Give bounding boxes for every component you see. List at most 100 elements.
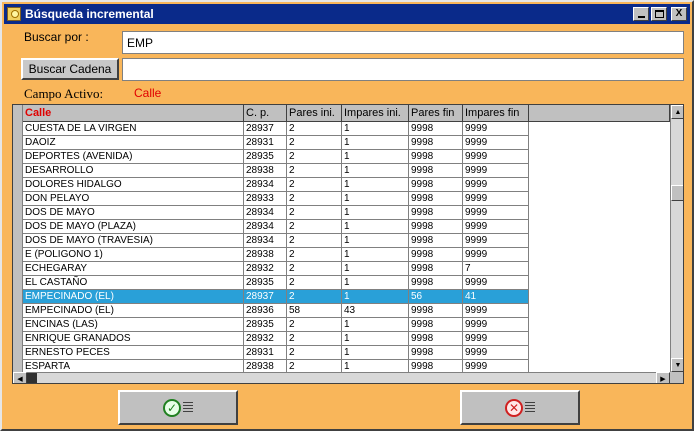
table-cell: 28933 [244,192,287,206]
table-cell: 9999 [463,122,529,136]
table-cell: DAOIZ [23,136,244,150]
table-row[interactable]: ENRIQUE GRANADOS 28932 2 1 9998 9999 [23,332,670,346]
table-cell: 2 [287,332,342,346]
table-cell: 9998 [409,332,463,346]
table-cell: CUESTA DE LA VIRGEN [23,122,244,136]
ok-button[interactable]: ✓ [118,390,238,425]
table-cell: 1 [342,220,409,234]
table-row[interactable]: DAOIZ 28931 2 1 9998 9999 [23,136,670,150]
table-cell: 2 [287,234,342,248]
table-row[interactable]: EMPECINADO (EL) 28936 58 43 9998 9999 [23,304,670,318]
table-cell: 9998 [409,220,463,234]
table-row[interactable]: DOS DE MAYO (PLAZA) 28934 2 1 9998 9999 [23,220,670,234]
table-cell: 58 [287,304,342,318]
column-header[interactable]: Pares ini. [287,105,342,122]
table-cell: 9999 [463,318,529,332]
maximize-icon [654,10,664,18]
search-input[interactable]: EMP [122,31,684,54]
table-cell: 1 [342,122,409,136]
table-row[interactable]: DOS DE MAYO 28934 2 1 9998 9999 [23,206,670,220]
table-cell: ENRIQUE GRANADOS [23,332,244,346]
table-row[interactable]: E (POLIGONO 1) 28938 2 1 9998 9999 [23,248,670,262]
table-cell: 2 [287,206,342,220]
scroll-right-arrow-icon[interactable]: ▶ [656,372,670,383]
table-cell: ECHEGARAY [23,262,244,276]
table-cell: 9998 [409,248,463,262]
column-header[interactable]: Impares ini. [342,105,409,122]
table-row[interactable]: ERNESTO PECES 28931 2 1 9998 9999 [23,346,670,360]
scroll-up-arrow-icon[interactable]: ▲ [671,105,683,119]
table-cell: 28937 [244,122,287,136]
row-indicator-column [13,105,23,372]
horizontal-scroll-thumb[interactable] [27,373,37,383]
vertical-scrollbar[interactable]: ▲ ▼ [670,105,683,372]
minimize-icon [637,16,645,18]
table-cell: 1 [342,248,409,262]
table-cell: 1 [342,178,409,192]
table-row[interactable]: CUESTA DE LA VIRGEN 28937 2 1 9998 9999 [23,122,670,136]
table-cell: EMPECINADO (EL) [23,304,244,318]
table-cell: 1 [342,318,409,332]
table-cell: ERNESTO PECES [23,346,244,360]
column-header[interactable]: Impares fin [463,105,529,122]
search-string-input[interactable] [122,58,684,81]
table-cell: EL CASTAÑO [23,276,244,290]
table-cell: 1 [342,346,409,360]
table-cell: 9998 [409,276,463,290]
close-icon: X [675,8,683,19]
table-cell: DESARROLLO [23,164,244,178]
table-row[interactable]: EMPECINADO (EL) 28937 2 1 56 41 [23,290,670,304]
table-cell: 28936 [244,304,287,318]
scroll-down-arrow-icon[interactable]: ▼ [671,358,683,372]
table-row[interactable]: ENCINAS (LAS) 28935 2 1 9998 9999 [23,318,670,332]
cancel-button[interactable]: ✕ [460,390,580,425]
table-row[interactable]: EL CASTAÑO 28935 2 1 9998 9999 [23,276,670,290]
table-cell: DON PELAYO [23,192,244,206]
table-cell: 9999 [463,136,529,150]
table-row[interactable]: DESARROLLO 28938 2 1 9998 9999 [23,164,670,178]
table-cell: E (POLIGONO 1) [23,248,244,262]
table-row[interactable]: ECHEGARAY 28932 2 1 9998 7 [23,262,670,276]
table-cell: 2 [287,346,342,360]
close-button[interactable]: X [671,7,687,21]
column-header[interactable]: Pares fin [409,105,463,122]
x-circle-icon: ✕ [505,398,523,417]
lines-icon [525,401,535,414]
table-cell: 28934 [244,234,287,248]
table-cell: 28934 [244,206,287,220]
table-row[interactable]: DEPORTES (AVENIDA) 28935 2 1 9998 9999 [23,150,670,164]
table-cell: 28935 [244,318,287,332]
table-cell: 28931 [244,346,287,360]
table-cell: 9999 [463,248,529,262]
search-string-button[interactable]: Buscar Cadena [21,58,119,80]
maximize-button[interactable] [651,7,667,21]
table-cell: DOLORES HIDALGO [23,178,244,192]
table-cell: 28937 [244,290,287,304]
vertical-scroll-thumb[interactable] [671,185,683,201]
table-cell: 9998 [409,346,463,360]
results-grid[interactable]: Calle C. p. Pares ini. Impares ini. Pares fi… [12,104,684,384]
table-cell: 28931 [244,136,287,150]
table-cell: 9999 [463,164,529,178]
app-icon [7,7,21,21]
table-row[interactable]: DOLORES HIDALGO 28934 2 1 9998 9999 [23,178,670,192]
table-row[interactable]: DON PELAYO 28933 2 1 9998 9999 [23,192,670,206]
title-bar[interactable]: Búsqueda incremental X [4,4,690,24]
scroll-left-arrow-icon[interactable]: ◀ [13,372,27,383]
table-row[interactable]: DOS DE MAYO (TRAVESIA) 28934 2 1 9998 9999 [23,234,670,248]
window-title: Búsqueda incremental [25,7,154,21]
table-cell: 9999 [463,234,529,248]
active-field-value: Calle [134,86,162,100]
column-header[interactable]: Calle [23,105,244,122]
column-header[interactable]: C. p. [244,105,287,122]
minimize-button[interactable] [633,7,649,21]
table-cell: 28935 [244,150,287,164]
table-cell: 7 [463,262,529,276]
table-cell: 9999 [463,206,529,220]
horizontal-scrollbar[interactable]: ◀ ▶ [13,372,670,383]
table-cell: 9998 [409,318,463,332]
table-cell: DOS DE MAYO (PLAZA) [23,220,244,234]
table-cell: 2 [287,248,342,262]
table-cell: 1 [342,262,409,276]
table-cell: 9999 [463,178,529,192]
